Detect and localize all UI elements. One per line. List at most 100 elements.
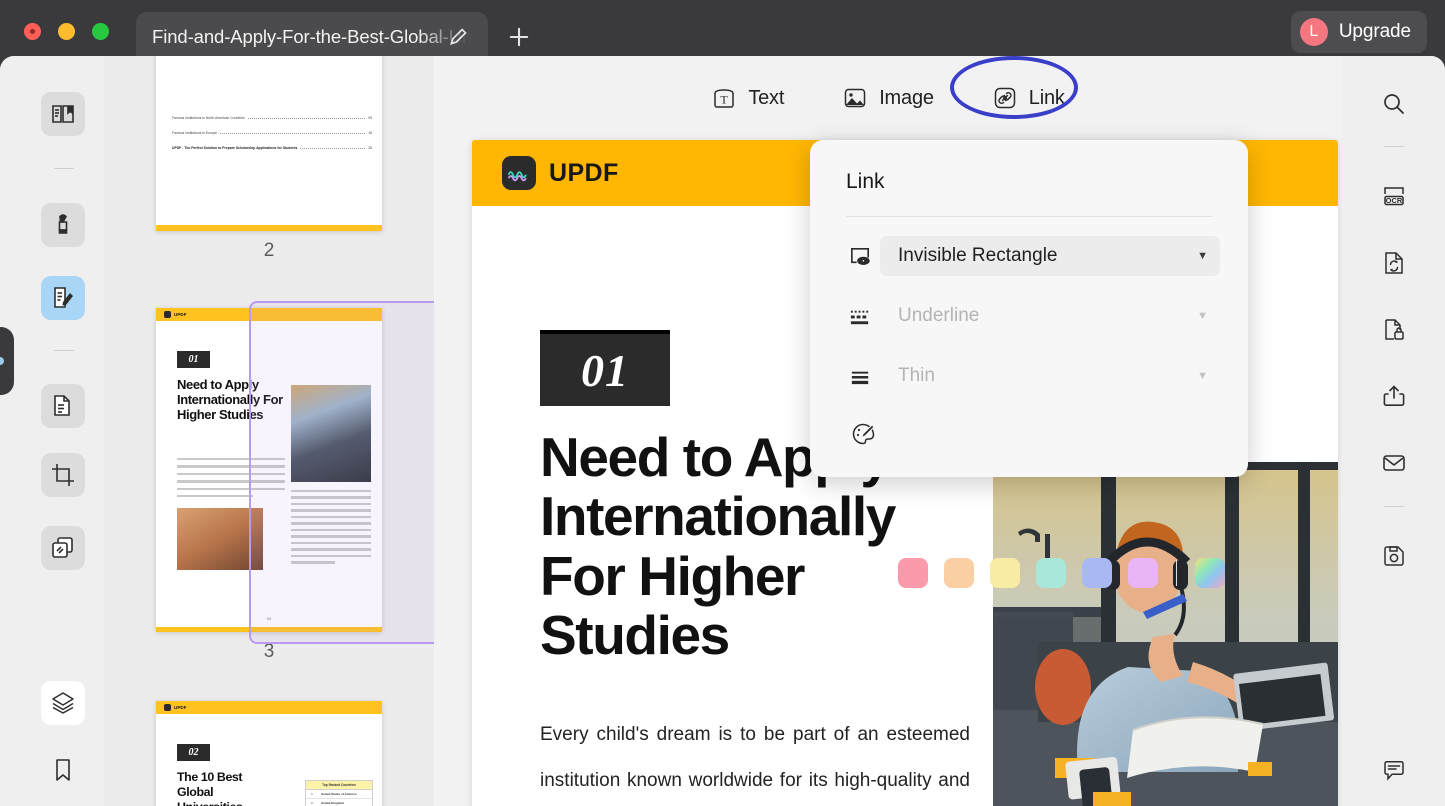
link-line-style-select[interactable]: Underline ▼ (880, 296, 1220, 336)
link-thickness-row[interactable]: Thin ▼ (840, 356, 1220, 396)
avatar: L (1300, 18, 1328, 46)
right-rail-divider-2 (1384, 506, 1404, 507)
close-window-button[interactable] (24, 23, 41, 40)
color-swatch-custom-rainbow[interactable] (1195, 558, 1225, 588)
link-chain-icon (992, 85, 1018, 111)
toc-entry-page: 26 (368, 146, 372, 150)
toc-entry-text: Famous Institutions in Europe (172, 131, 217, 135)
sidebar-collapse-handle[interactable] (0, 327, 14, 395)
thumbnail-item-2[interactable]: Famous Institutions in North American Co… (104, 56, 434, 262)
maximize-window-button[interactable] (92, 23, 109, 40)
chevron-down-icon: ▼ (1197, 250, 1208, 262)
share-icon (1381, 383, 1407, 409)
toc-entry-page: 05 (368, 116, 372, 120)
updf-wordmark: UPDF (549, 159, 619, 188)
color-swatch-lavender[interactable] (1128, 558, 1158, 588)
thumb-brand: UPDF (174, 312, 187, 317)
thumb-heading: The 10 Best Global Universities Leading … (177, 770, 277, 806)
document-paragraph[interactable]: Every child's dream is to be part of an … (540, 712, 970, 806)
color-swatch-blue[interactable] (1082, 558, 1112, 588)
tab-text[interactable]: T Text (711, 85, 784, 111)
link-appearance-row[interactable]: Invisible Rectangle ▼ (840, 236, 1220, 276)
link-appearance-value: Invisible Rectangle (898, 245, 1057, 267)
link-panel-title: Link (846, 170, 885, 194)
color-swatch-pink[interactable] (898, 558, 928, 588)
rail-divider-1 (54, 168, 74, 169)
palette-icon (850, 421, 876, 447)
window-controls (24, 23, 109, 40)
save-disk-icon (1381, 543, 1407, 569)
new-tab-button[interactable] (505, 23, 533, 51)
page-thumbnail-panel[interactable]: Famous Institutions in North American Co… (104, 56, 434, 806)
text-box-icon: T (711, 85, 737, 111)
link-properties-panel[interactable]: Link Invisible Rectangle ▼ (810, 140, 1248, 477)
tab-image[interactable]: Image (842, 85, 934, 111)
thumbnail-page-number: 2 (264, 240, 275, 262)
thumbnail-page-number: 3 (264, 641, 275, 663)
tab-text-label: Text (748, 87, 784, 110)
toc-entry-text: Famous Institutions in North American Co… (172, 116, 245, 120)
sidebar-item-ocr[interactable]: OCR (1372, 174, 1416, 218)
sidebar-item-reader-mode[interactable] (41, 92, 85, 136)
rename-tab-icon[interactable] (448, 27, 468, 47)
edit-mode-toolbar: T Text Image (434, 56, 1342, 140)
color-swatch-mint[interactable] (1036, 558, 1066, 588)
link-thickness-value: Thin (898, 365, 935, 387)
sidebar-item-annotate[interactable] (41, 203, 85, 247)
link-line-style-row[interactable]: Underline ▼ (840, 296, 1220, 336)
book-reader-icon (50, 101, 76, 127)
search-icon (1381, 91, 1407, 117)
link-thickness-select[interactable]: Thin ▼ (880, 356, 1220, 396)
right-rail-divider-1 (1384, 146, 1404, 147)
line-style-icon (840, 302, 880, 330)
tab-link[interactable]: Link (992, 85, 1065, 111)
upgrade-button[interactable]: L Upgrade (1291, 11, 1427, 53)
sidebar-item-protect[interactable] (1372, 308, 1416, 352)
chevron-down-icon: ▼ (1197, 370, 1208, 382)
sidebar-item-email[interactable] (1372, 441, 1416, 485)
selected-page-highlight (249, 301, 434, 644)
updf-window: Find-and-Apply-For-the-Best-Global-Unive… (0, 0, 1445, 806)
upgrade-label: Upgrade (1339, 21, 1411, 43)
ocr-icon: OCR (1381, 183, 1407, 209)
section-badge: 01 (540, 330, 670, 406)
updf-logo-icon (502, 156, 536, 190)
sidebar-item-convert[interactable] (1372, 241, 1416, 285)
thumb-table-title: Top Ranked Countries (306, 781, 372, 790)
sidebar-item-bookmarks[interactable] (41, 748, 85, 792)
sidebar-item-edit-pdf[interactable] (41, 276, 85, 320)
lock-document-icon (1381, 317, 1407, 343)
sidebar-item-organize-pages[interactable] (41, 526, 85, 570)
section-badge-number: 01 (581, 344, 629, 397)
link-color-swatches[interactable] (898, 558, 1225, 588)
tab-link-label: Link (1029, 87, 1065, 110)
thumb-brand: UPDF (174, 705, 187, 710)
link-line-style-value: Underline (898, 305, 979, 327)
left-tool-rail (0, 56, 104, 806)
minimize-window-button[interactable] (58, 23, 75, 40)
svg-text:OCR: OCR (1386, 196, 1403, 205)
sidebar-item-crop[interactable] (41, 453, 85, 497)
document-tab[interactable]: Find-and-Apply-For-the-Best-Global-Unive… (136, 12, 488, 62)
toc-entry-page: 16 (368, 131, 372, 135)
link-panel-divider (846, 216, 1212, 217)
sidebar-item-share[interactable] (1372, 374, 1416, 418)
color-swatch-yellow[interactable] (990, 558, 1020, 588)
sidebar-item-comment[interactable] (1372, 748, 1416, 792)
tab-title: Find-and-Apply-For-the-Best-Global-Unive… (152, 26, 472, 48)
sidebar-item-page-edit[interactable] (41, 384, 85, 428)
document-photo[interactable] (993, 462, 1338, 806)
sidebar-item-layers[interactable] (41, 681, 85, 725)
thumbnail-item-4[interactable]: UPDF 02 The 10 Best Global Universities … (104, 701, 434, 806)
copy-pages-icon (50, 535, 76, 561)
color-swatch-peach[interactable] (944, 558, 974, 588)
tab-image-label: Image (879, 87, 934, 110)
image-icon (842, 85, 868, 111)
sidebar-item-search[interactable] (1372, 82, 1416, 126)
sidebar-item-save[interactable] (1372, 534, 1416, 578)
link-appearance-select[interactable]: Invisible Rectangle ▼ (880, 236, 1220, 276)
swatch-divider (1176, 560, 1177, 586)
thumb-badge: 02 (189, 747, 199, 758)
student-with-headphones-studying-photo (993, 462, 1338, 806)
svg-text:T: T (721, 93, 729, 107)
